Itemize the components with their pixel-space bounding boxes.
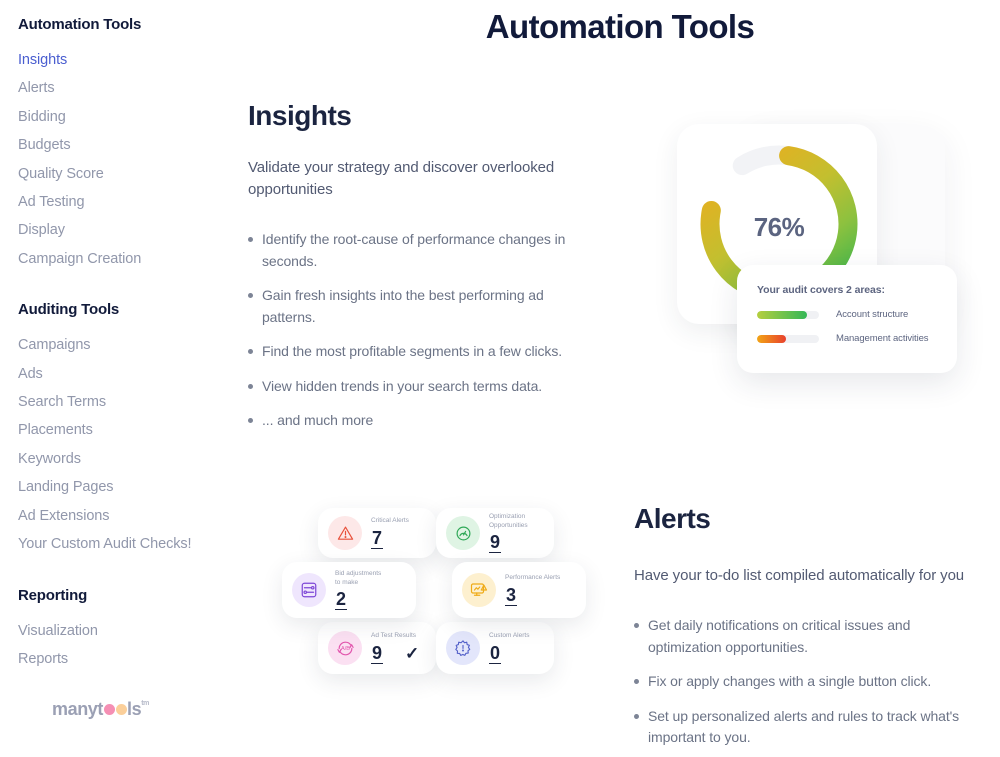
audit-row-account-structure: Account structure: [757, 309, 957, 320]
sliders-icon: [292, 573, 326, 607]
audit-coverage-card: Your audit covers 2 areas: Account struc…: [737, 265, 957, 373]
audit-score-illustration: 76% Your audit covers 2 areas: Account s…: [645, 110, 985, 400]
check-icon: ✓: [405, 643, 420, 663]
list-item: Fix or apply changes with a single butto…: [634, 671, 984, 693]
audit-row-label: Account structure: [836, 309, 909, 320]
sidebar-item-ad-testing[interactable]: Ad Testing: [18, 188, 240, 216]
sidebar-item-quality-score[interactable]: Quality Score: [18, 160, 240, 188]
alert-tile-label: Critical Alerts: [371, 517, 409, 525]
alert-tile-value: 7: [371, 527, 384, 549]
svg-text:A/B: A/B: [341, 646, 350, 652]
sidebar-item-landing-pages[interactable]: Landing Pages: [18, 473, 240, 501]
logo-dot-peach-icon: [115, 704, 127, 715]
sidebar-item-budgets[interactable]: Budgets: [18, 131, 240, 159]
sidebar-item-reports[interactable]: Reports: [18, 645, 240, 673]
alert-tile-value: 2: [335, 589, 348, 610]
insights-bullet-list: Identify the root-cause of performance c…: [248, 229, 578, 432]
sidebar-group-title-reporting: Reporting: [18, 586, 88, 604]
sidebar-item-custom-audit-checks[interactable]: Your Custom Audit Checks!: [18, 530, 240, 558]
sidebar-item-campaign-creation[interactable]: Campaign Creation: [18, 245, 240, 273]
list-item: View hidden trends in your search terms …: [248, 376, 578, 398]
progress-track: [757, 310, 819, 319]
progress-fill: [757, 334, 786, 343]
alerts-bullet-list: Get daily notifications on critical issu…: [634, 615, 984, 749]
alert-tile-value: 9: [489, 532, 502, 553]
sidebar-group-title-automation-tools: Automation Tools: [18, 16, 142, 33]
list-item: ... and much more: [248, 410, 578, 432]
alerts-heading: Alerts: [634, 503, 711, 534]
alert-tile-optimization-opportunities[interactable]: Optimization Opportunities 9: [436, 508, 554, 558]
alert-tile-label: Optimization Opportunities: [489, 513, 528, 529]
sidebar-item-placements[interactable]: Placements: [18, 416, 240, 444]
sidebar: Automation Tools Insights Alerts Bidding…: [0, 0, 240, 757]
sidebar-list-reporting: Visualization Reports: [18, 617, 240, 674]
logo-text-part2: ls: [127, 699, 142, 719]
insights-subtitle: Validate your strategy and discover over…: [248, 159, 555, 198]
alert-tile-value: 3: [505, 584, 518, 606]
sidebar-item-visualization[interactable]: Visualization: [18, 617, 240, 645]
logo-text-part1: manyt: [52, 699, 104, 719]
speedometer-icon: [446, 516, 480, 550]
ab-test-icon: A/B: [328, 631, 362, 665]
alert-tiles-illustration: Critical Alerts 7 Optimization Opportuni…: [278, 508, 598, 693]
page-root: Automation Tools Insights Alerts Bidding…: [0, 0, 1000, 757]
badge-exclamation-icon: [446, 631, 480, 665]
progress-fill: [757, 310, 807, 319]
alert-tile-value: 0: [489, 642, 502, 664]
manytools-logo[interactable]: manyt ls tm: [52, 699, 149, 720]
alert-tile-label: Ad Test Results: [371, 632, 417, 640]
warning-triangle-icon: [328, 516, 362, 550]
alert-tile-value: 9: [371, 642, 384, 664]
sidebar-item-insights[interactable]: Insights: [18, 46, 240, 74]
monitor-alert-icon: [462, 573, 496, 607]
alert-tile-label: Custom Alerts: [489, 632, 530, 640]
sidebar-item-search-terms[interactable]: Search Terms: [18, 388, 240, 416]
alert-tile-ad-test-results[interactable]: A/B Ad Test Results 9 ✓: [318, 622, 436, 674]
list-item: Set up personalized alerts and rules to …: [634, 706, 984, 749]
gauge-value-label: 76%: [753, 212, 805, 242]
sidebar-item-campaigns[interactable]: Campaigns: [18, 331, 240, 359]
sidebar-item-ads[interactable]: Ads: [18, 360, 240, 388]
sidebar-item-ad-extensions[interactable]: Ad Extensions: [18, 502, 240, 530]
sidebar-item-bidding[interactable]: Bidding: [18, 103, 240, 131]
list-item: Gain fresh insights into the best perfor…: [248, 285, 578, 328]
alert-tile-critical-alerts[interactable]: Critical Alerts 7: [318, 508, 436, 558]
sidebar-list-auditing-tools: Campaigns Ads Search Terms Placements Ke…: [18, 331, 240, 558]
sidebar-item-keywords[interactable]: Keywords: [18, 445, 240, 473]
alert-tile-custom-alerts[interactable]: Custom Alerts 0: [436, 622, 554, 674]
insights-heading: Insights: [248, 100, 352, 131]
audit-row-label: Management activities: [836, 333, 929, 344]
alert-tile-performance-alerts[interactable]: Performance Alerts 3: [452, 562, 586, 618]
list-item: Get daily notifications on critical issu…: [634, 615, 984, 658]
alert-tile-label: Performance Alerts: [505, 574, 561, 582]
progress-track: [757, 334, 819, 343]
sidebar-item-alerts[interactable]: Alerts: [18, 74, 240, 102]
sidebar-list-automation-tools: Insights Alerts Bidding Budgets Quality …: [18, 46, 240, 273]
list-item: Find the most profitable segments in a f…: [248, 341, 578, 363]
alerts-section: Alerts Have your to-do list compiled aut…: [634, 503, 984, 757]
audit-card-title: Your audit covers 2 areas:: [757, 284, 885, 296]
logo-dot-pink-icon: [103, 704, 115, 715]
audit-row-management-activities: Management activities: [757, 333, 957, 344]
list-item: Identify the root-cause of performance c…: [248, 229, 578, 272]
sidebar-item-display[interactable]: Display: [18, 216, 240, 244]
insights-section: Insights Validate your strategy and disc…: [248, 100, 578, 445]
alert-tile-label: Bid adjustments to make: [335, 570, 382, 586]
alert-tile-bid-adjustments[interactable]: Bid adjustments to make 2: [282, 562, 416, 618]
page-title: Automation Tools: [485, 8, 755, 45]
logo-trademark: tm: [141, 700, 150, 707]
alerts-subtitle: Have your to-do list compiled automatica…: [634, 567, 965, 584]
sidebar-group-title-auditing-tools: Auditing Tools: [18, 301, 120, 319]
